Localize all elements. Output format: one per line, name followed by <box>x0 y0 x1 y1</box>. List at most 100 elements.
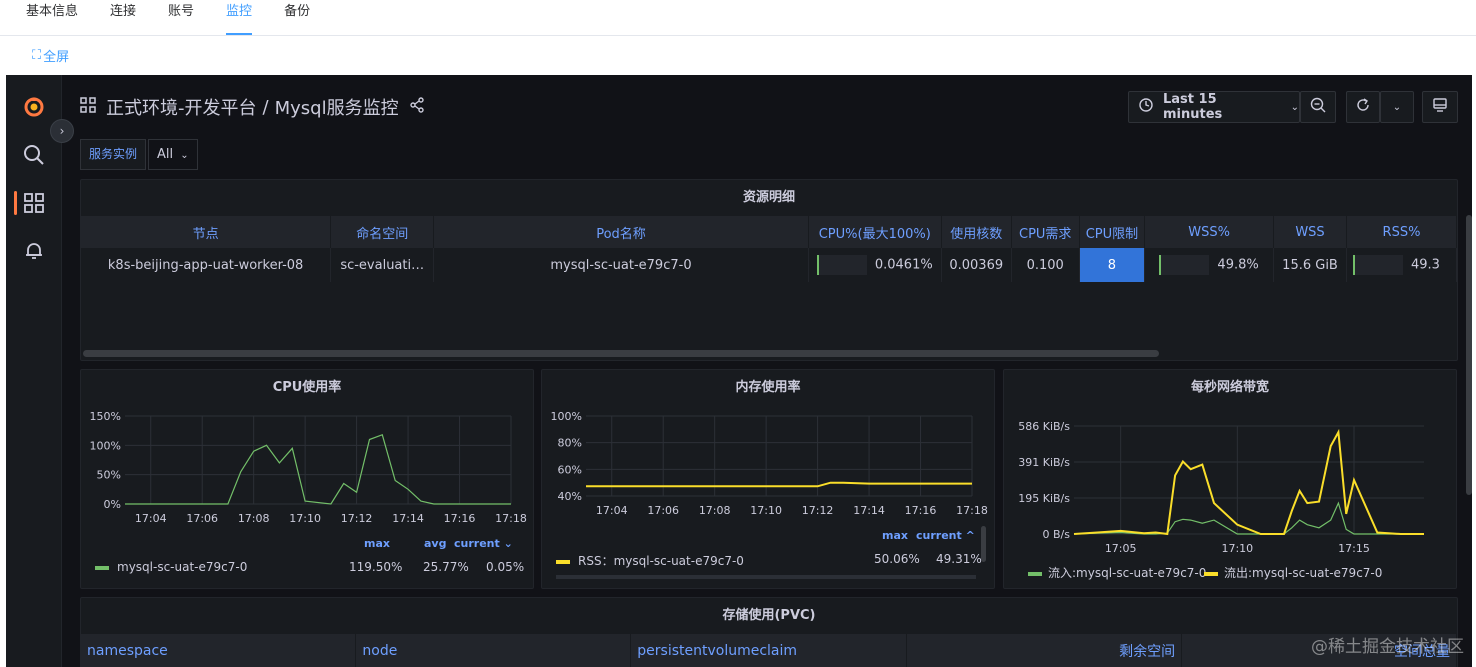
tab-account[interactable]: 账号 <box>168 0 194 35</box>
zoom-out-icon <box>1310 97 1326 117</box>
legend-header-current[interactable]: current ⌄ <box>454 537 513 550</box>
column-header[interactable]: WSS <box>1273 216 1347 248</box>
panel-title: 存储使用(PVC) <box>722 608 816 623</box>
legend-swatch <box>556 559 570 564</box>
search-icon[interactable] <box>22 143 46 167</box>
cell-pod: mysql-sc-uat-e79c7-0 <box>433 248 809 282</box>
grafana-logo-icon[interactable] <box>22 95 46 119</box>
legend-scroll-hint <box>556 575 976 579</box>
x-tick-label: 17:16 <box>444 512 476 525</box>
memory-usage-panel: 内存使用率 40% 60% 80% 100% 17:04 17:06 17:08 17:10 1… <box>541 369 995 589</box>
dashboard-title[interactable]: Mysql服务监控 <box>275 94 399 120</box>
column-header[interactable]: 剩余空间 <box>906 634 1183 667</box>
legend-swatch <box>95 565 109 570</box>
legend-item[interactable]: mysql-sc-uat-e79c7-0 <box>95 560 247 574</box>
cpu-usage-chart[interactable]: 0% 50% 100% 150% 17:04 17:06 17:08 17:10 17:12 17… <box>81 400 534 560</box>
legend-scrollbar[interactable] <box>981 526 986 562</box>
clock-icon <box>1139 98 1153 116</box>
panel-title: 每秒网络带宽 <box>1190 380 1269 395</box>
expand-menu-chevron-icon[interactable]: › <box>50 119 74 143</box>
cell-wss: 15.6 GiB <box>1273 248 1347 282</box>
column-header[interactable]: persistentvolumeclaim <box>630 634 908 667</box>
column-header[interactable]: CPU%(最大100%) <box>808 216 942 248</box>
column-header[interactable]: node <box>355 634 632 667</box>
cell-rss-pct: 49.3 <box>1346 248 1457 282</box>
column-header[interactable]: CPU限制 <box>1079 216 1146 248</box>
table-header-row: 节点 命名空间 Pod名称 CPU%(最大100%) 使用核数 CPU需求 CP… <box>81 216 1457 248</box>
breadcrumb-separator: / <box>262 96 269 118</box>
x-tick-label: 17:18 <box>495 512 527 525</box>
x-tick-label: 17:12 <box>341 512 373 525</box>
fullscreen-icon: ⛶ <box>32 47 42 63</box>
legend-max-value: 50.06% <box>874 552 920 566</box>
legend-item[interactable]: RSS：mysql-sc-uat-e79c7-0 <box>556 552 744 569</box>
table-header-row: namespace node persistentvolumeclaim 剩余空… <box>81 634 1457 667</box>
x-tick-label: 17:06 <box>647 504 679 517</box>
dashboard-breadcrumb: 正式环境-开发平台 / Mysql服务监控 <box>80 94 425 120</box>
legend-item-outbound[interactable]: 流出:mysql-sc-uat-e79c7-0 <box>1204 564 1382 581</box>
column-header[interactable]: namespace <box>81 634 357 667</box>
cpu-usage-panel: CPU使用率 0% 50% 100% 150% 17:04 17:06 17:08 17:10… <box>80 369 534 589</box>
tab-basic-info[interactable]: 基本信息 <box>26 0 78 35</box>
variable-label: 服务实例 <box>80 139 147 170</box>
panel-title: 资源明细 <box>742 190 795 205</box>
column-header[interactable]: WSS% <box>1144 216 1275 248</box>
legend-item-inbound[interactable]: 流入:mysql-sc-uat-e79c7-0 <box>1028 564 1206 581</box>
legend-swatch <box>1204 571 1218 576</box>
alerting-bell-icon[interactable] <box>22 239 46 263</box>
y-tick-label: 0 B/s <box>1043 528 1071 541</box>
tab-backup[interactable]: 备份 <box>284 0 310 35</box>
x-tick-label: 17:10 <box>1221 542 1253 555</box>
x-tick-label: 17:08 <box>699 504 731 517</box>
column-header[interactable]: 节点 <box>81 216 332 248</box>
fullscreen-button[interactable]: ⛶ 全屏 <box>0 36 1476 74</box>
column-header[interactable]: Pod名称 <box>433 216 809 248</box>
time-range-picker[interactable]: Last 15 minutes ⌄ <box>1128 91 1300 123</box>
cell-cpu-limit: 8 <box>1079 248 1146 282</box>
share-icon[interactable] <box>409 96 425 118</box>
x-tick-label: 17:08 <box>238 512 270 525</box>
y-tick-label: 80% <box>558 437 582 450</box>
fullscreen-label: 全屏 <box>43 49 70 65</box>
y-tick-label: 195 KiB/s <box>1018 492 1070 505</box>
tv-mode-button[interactable] <box>1422 91 1458 123</box>
legend-header-max[interactable]: max <box>364 537 390 550</box>
legend-header-avg[interactable]: avg <box>424 537 446 550</box>
y-tick-label: 391 KiB/s <box>1018 456 1070 469</box>
zoom-out-button[interactable] <box>1300 91 1336 123</box>
y-tick-label: 40% <box>558 490 582 503</box>
y-tick-label: 50% <box>97 469 121 482</box>
variable-select[interactable]: All ⌄ <box>148 139 198 170</box>
x-tick-label: 17:16 <box>905 504 937 517</box>
x-tick-label: 17:04 <box>135 512 167 525</box>
dashboards-icon[interactable] <box>22 191 46 215</box>
legend-header-max[interactable]: max <box>882 529 908 542</box>
tab-connection[interactable]: 连接 <box>110 0 136 35</box>
cell-wss-pct: 49.8% <box>1144 248 1275 282</box>
column-header[interactable]: CPU需求 <box>1011 216 1080 248</box>
resource-detail-panel: 资源明细 节点 命名空间 Pod名称 CPU%(最大100%) 使用核数 CPU… <box>80 179 1458 361</box>
chevron-down-icon: ⌄ <box>1290 101 1299 113</box>
variable-value: All <box>157 147 174 162</box>
refresh-button[interactable] <box>1346 91 1380 123</box>
network-bandwidth-chart[interactable]: 0 B/s 195 KiB/s 391 KiB/s 586 KiB/s 17:05 17:… <box>1004 400 1457 560</box>
monitor-icon <box>1432 97 1448 117</box>
column-header[interactable]: 使用核数 <box>941 216 1012 248</box>
legend-current-value: 0.05% <box>486 560 525 574</box>
memory-usage-chart[interactable]: 40% 60% 80% 100% 17:04 17:06 17:08 17:10 17:12 17… <box>542 400 995 550</box>
column-header[interactable]: RSS% <box>1346 216 1457 248</box>
legend-label: 流入:mysql-sc-uat-e79c7-0 <box>1048 566 1207 580</box>
column-header[interactable]: 命名空间 <box>330 216 435 248</box>
breadcrumb-folder[interactable]: 正式环境-开发平台 <box>106 94 257 120</box>
legend-header-current[interactable]: current ^ <box>916 529 975 542</box>
x-tick-label: 17:06 <box>186 512 218 525</box>
page-vertical-scrollbar[interactable] <box>1466 215 1472 495</box>
refresh-interval-dropdown[interactable]: ⌄ <box>1380 91 1414 123</box>
pvc-table: namespace node persistentvolumeclaim 剩余空… <box>81 634 1457 667</box>
legend-avg-value: 25.77% <box>423 560 469 574</box>
x-tick-label: 17:05 <box>1105 542 1137 555</box>
panel-title: 内存使用率 <box>735 380 801 395</box>
tab-monitor[interactable]: 监控 <box>226 0 253 35</box>
horizontal-scrollbar[interactable] <box>83 350 1159 357</box>
table-row: k8s-beijing-app-uat-worker-08 sc-evaluat… <box>81 248 1457 282</box>
